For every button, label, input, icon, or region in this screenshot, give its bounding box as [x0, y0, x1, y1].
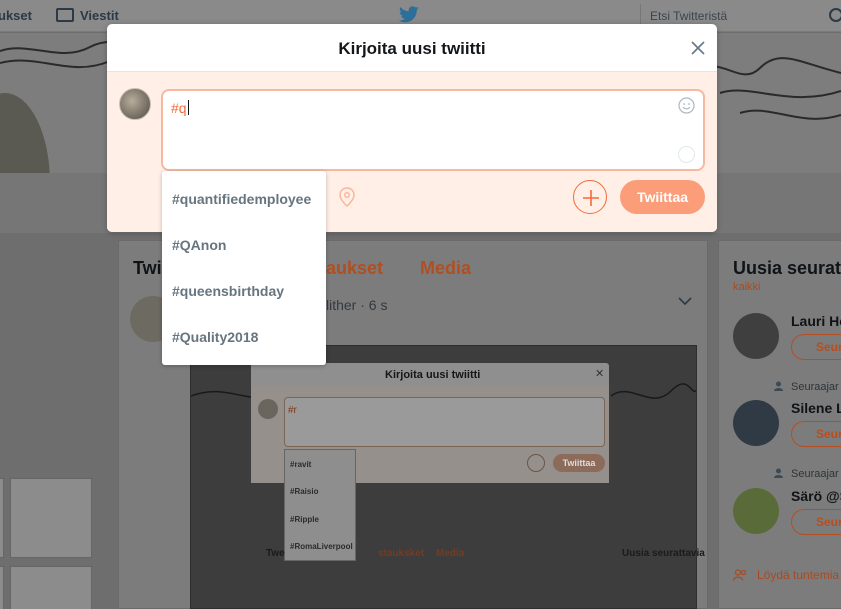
nested-tab-replies: stauksket: [378, 548, 425, 559]
modal-header: Kirjoita uusi twiitti: [107, 24, 717, 72]
person-icon: [774, 381, 783, 391]
suggestion-name[interactable]: Silene L: [791, 400, 841, 416]
nested-suggestion: #RomaLiverpool: [290, 542, 353, 551]
nested-compose-box: [284, 397, 605, 447]
thumbnail[interactable]: [10, 478, 92, 558]
view-all-link[interactable]: kaikki: [733, 281, 761, 293]
follow-button[interactable]: Seur: [791, 421, 841, 447]
person-icon: [774, 468, 783, 478]
find-people-link[interactable]: Löydä tuntemia: [757, 568, 839, 582]
avatar[interactable]: [733, 488, 779, 534]
nested-compose-text: #r: [288, 405, 297, 416]
compose-text-value: #q: [171, 100, 187, 116]
avatar: [119, 88, 151, 120]
follow-button[interactable]: Seur: [791, 509, 841, 535]
nav-item-notifications[interactable]: ukset: [0, 8, 32, 23]
add-tweet-button[interactable]: [573, 180, 607, 214]
nested-add-icon: [527, 454, 545, 472]
thumbnail[interactable]: [0, 478, 4, 558]
tab-media[interactable]: Media: [420, 258, 471, 279]
tab-tweets[interactable]: Twi: [133, 258, 162, 279]
nested-avatar: [258, 399, 278, 419]
text-caret: [187, 100, 189, 115]
nested-tab-media: Media: [436, 548, 465, 559]
nested-suggestion: #Raisio: [290, 487, 319, 496]
nested-tweet-button: Twiittaa: [553, 454, 605, 472]
thumbnail[interactable]: [10, 566, 92, 609]
hashtag-suggestion[interactable]: #QAnon: [162, 222, 326, 268]
hashtag-suggestion[interactable]: #Quality2018: [162, 314, 326, 360]
location-icon[interactable]: [338, 187, 356, 207]
tweet-meta: lither · 6 s: [326, 297, 388, 313]
chevron-down-icon[interactable]: [678, 296, 692, 306]
character-counter: [678, 146, 695, 163]
close-icon[interactable]: [687, 37, 709, 59]
tweet-compose-input[interactable]: #q: [161, 89, 705, 171]
search-icon[interactable]: [829, 8, 841, 22]
emoji-icon[interactable]: [678, 97, 695, 114]
compose-text: #q: [171, 100, 189, 116]
hashtag-suggestion[interactable]: #queensbirthday: [162, 268, 326, 314]
suggestion-name[interactable]: Lauri Ho: [791, 313, 841, 329]
avatar[interactable]: [733, 313, 779, 359]
thumbnail[interactable]: [0, 566, 4, 609]
nested-suggestion: #Ripple: [290, 515, 319, 524]
media-thumbnails: [0, 440, 100, 609]
suggestion-note: Seuraajar: [791, 381, 839, 393]
suggestion-note: Seuraajar: [791, 468, 839, 480]
who-to-follow-title: Uusia seurat: [733, 258, 841, 278]
follow-button[interactable]: Seur: [791, 334, 841, 360]
modal-title: Kirjoita uusi twiitti: [338, 39, 486, 58]
tweet-button[interactable]: Twiittaa: [620, 180, 705, 214]
avatar[interactable]: [733, 400, 779, 446]
hashtag-suggestions-dropdown: #quantifiedemployee #QAnon #queensbirthd…: [162, 171, 326, 365]
nav-item-messages[interactable]: Viestit: [80, 8, 119, 23]
mail-icon[interactable]: [56, 8, 74, 22]
twitter-bird-icon: [399, 6, 419, 23]
people-icon: [733, 569, 747, 581]
nested-close-icon: ✕: [595, 368, 605, 380]
suggestion-name[interactable]: Särö @S: [791, 488, 841, 504]
nested-modal-title: Kirjoita uusi twiitti: [385, 369, 481, 381]
nested-right-title: Uusia seurattavia: [622, 548, 705, 559]
nested-tab-tweets: Twe: [266, 548, 285, 559]
hashtag-suggestion[interactable]: #quantifiedemployee: [162, 176, 326, 222]
search-input[interactable]: Etsi Twitteristä: [650, 9, 727, 23]
nested-suggestion: #ravit: [290, 460, 312, 469]
plus-icon: [583, 190, 599, 206]
